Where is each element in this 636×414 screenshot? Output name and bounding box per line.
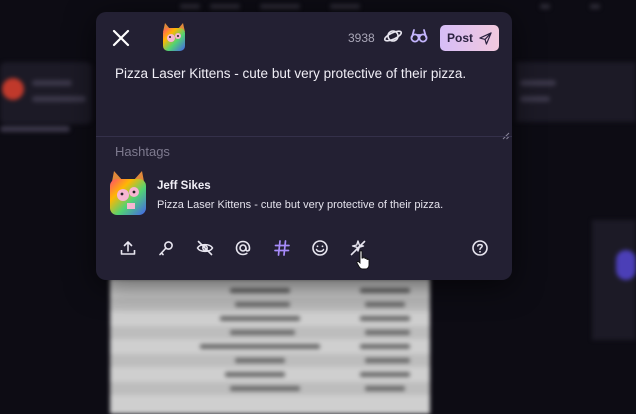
help-button[interactable] (470, 238, 490, 258)
hashtags-input[interactable]: Hashtags (115, 144, 170, 159)
background-right-dot (616, 250, 636, 280)
background-text-line (0, 126, 70, 132)
preview-author-name: Jeff Sikes (157, 180, 211, 192)
background-text-line (520, 96, 550, 102)
help-icon (472, 240, 488, 256)
preview-avatar (108, 167, 148, 217)
cat-avatar-icon (110, 171, 146, 215)
planet-icon (383, 30, 403, 42)
close-icon (112, 29, 130, 47)
post-button[interactable]: Post (440, 25, 499, 51)
hand-cursor-icon (356, 250, 370, 270)
binoculars-icon (410, 29, 428, 43)
compose-text-field[interactable]: Pizza Laser Kittens - cute but very prot… (115, 66, 466, 81)
content-warning-button[interactable] (195, 238, 215, 258)
upload-icon (120, 241, 136, 255)
character-count: 3938 (348, 31, 375, 45)
background-table (110, 278, 430, 414)
background-text-line (32, 96, 86, 102)
resize-handle[interactable] (502, 127, 510, 140)
emoji-button[interactable] (310, 238, 330, 258)
preview-text: Pizza Laser Kittens - cute but very prot… (157, 199, 444, 211)
background-right-strip (592, 220, 636, 340)
upload-button[interactable] (118, 238, 138, 258)
planet-button[interactable] (383, 26, 403, 46)
mention-icon (235, 240, 251, 256)
mouse-cursor (356, 250, 370, 270)
background-text-line (32, 80, 72, 86)
hashtag-icon (274, 240, 290, 256)
compose-modal: 3938 Post Pizza Laser Kittens - cute but… (96, 12, 512, 280)
send-icon (479, 31, 492, 45)
emoji-icon (312, 240, 328, 256)
eye-off-icon (196, 240, 214, 256)
background-avatar (2, 78, 24, 100)
binoculars-button[interactable] (409, 26, 429, 46)
hashtag-button[interactable] (272, 238, 292, 258)
divider (96, 136, 512, 137)
background-right-card (516, 62, 636, 122)
cat-avatar-icon (163, 23, 185, 51)
post-button-label: Post (446, 31, 473, 45)
background-text-line (520, 80, 556, 86)
user-avatar[interactable] (161, 22, 187, 52)
mention-button[interactable] (233, 238, 253, 258)
microphone-icon (159, 241, 173, 256)
voice-button[interactable] (156, 238, 176, 258)
close-button[interactable] (110, 27, 132, 49)
